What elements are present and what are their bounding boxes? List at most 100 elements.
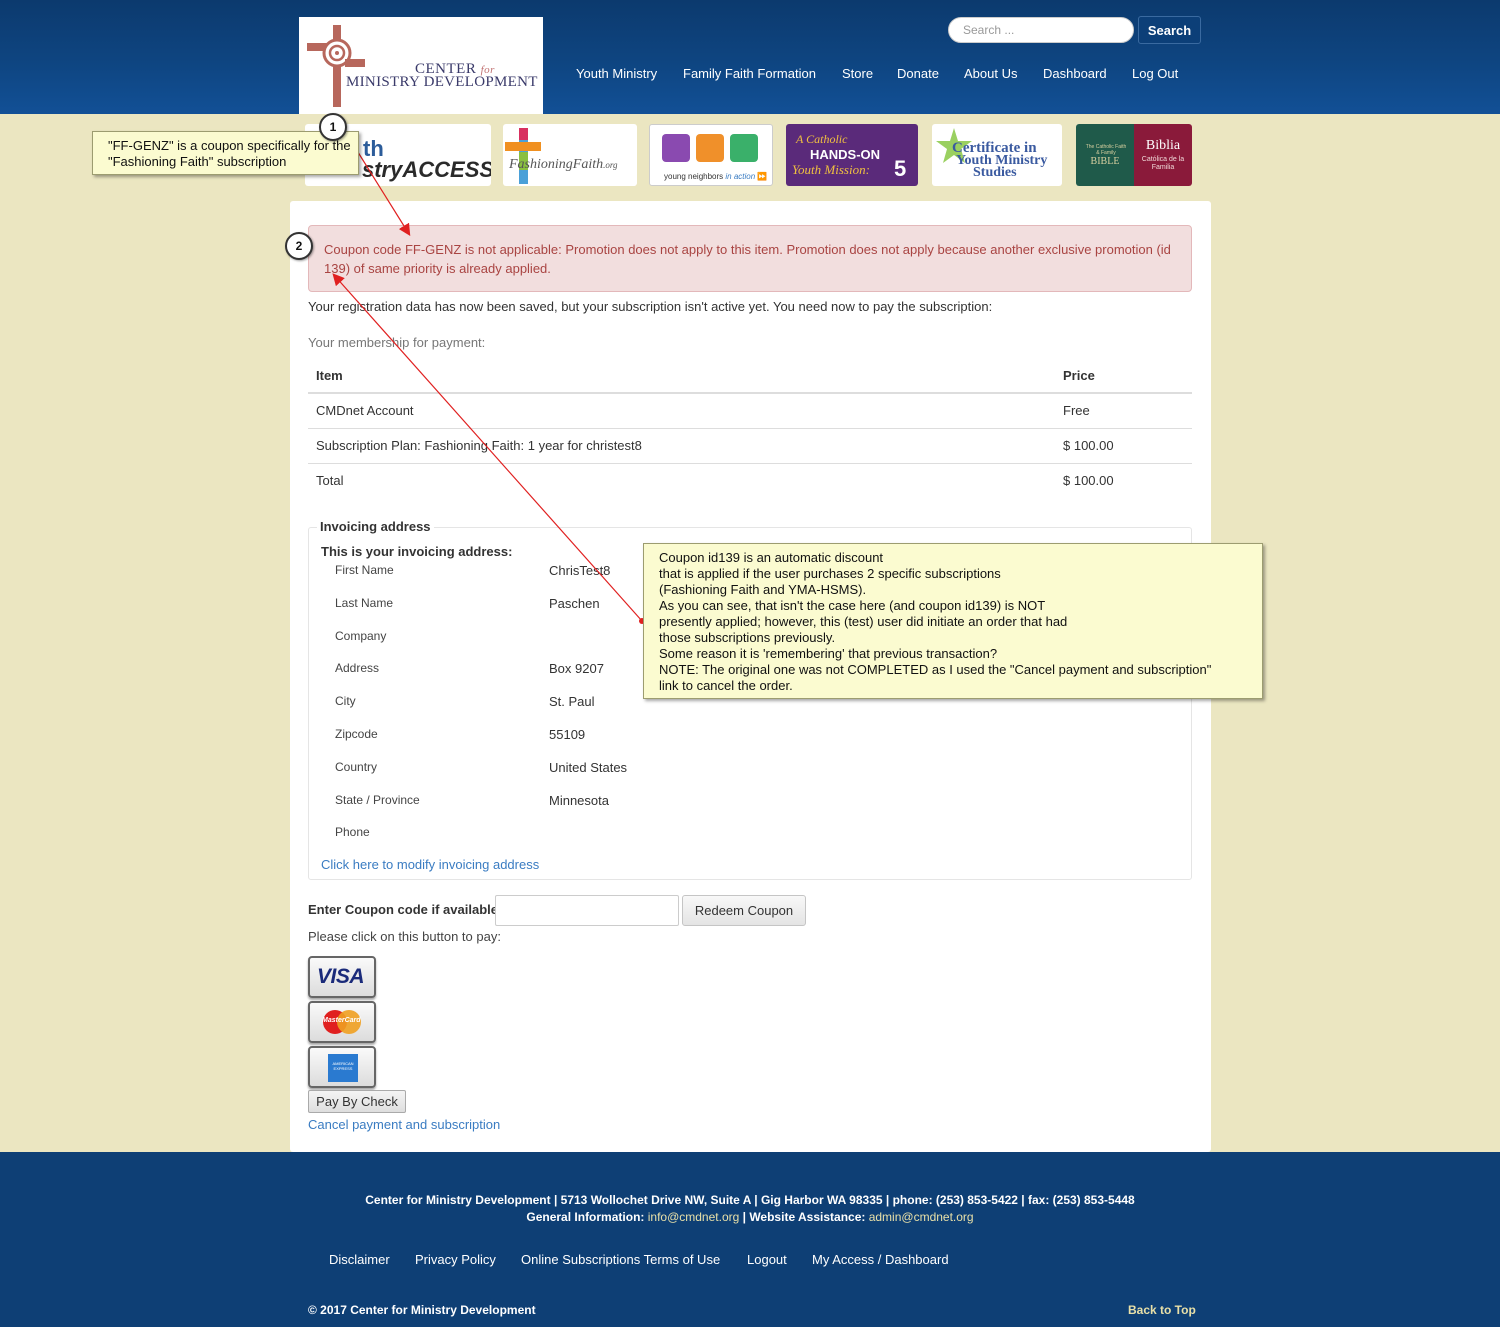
- hands-on-a-catholic: A Catholic: [796, 132, 848, 146]
- annotation-note-2: Coupon id139 is an automatic discount th…: [643, 543, 1263, 699]
- table-cell-price: $ 100.00: [1055, 427, 1192, 463]
- visa-pay-button[interactable]: VISA: [308, 956, 376, 998]
- banner-fashioning-text: FashioningFaith.org: [509, 157, 618, 172]
- hands-on-title: HANDS-ON: [810, 147, 881, 162]
- hands-on-number: 5: [894, 156, 907, 181]
- young-neighbors-heart-icon: [662, 134, 690, 162]
- table-row: Subscription Plan: Fashioning Faith: 1 y…: [308, 427, 1192, 463]
- table-cell-item: CMDnet Account: [316, 403, 414, 419]
- table-cell-price: $ 100.00: [1055, 462, 1192, 498]
- visa-logo: VISA: [317, 965, 365, 988]
- cancel-payment-link[interactable]: Cancel payment and subscription: [308, 1117, 500, 1132]
- search-input[interactable]: [948, 17, 1134, 43]
- bible-red-cover: Biblia Católica de la Familia: [1134, 124, 1192, 186]
- nav-family-faith-formation[interactable]: Family Faith Formation: [683, 66, 816, 81]
- footer-link-privacy-policy[interactable]: Privacy Policy: [415, 1252, 496, 1267]
- banner-catholic-family-bible[interactable]: The Catholic Faith & Family BIBLE Biblia…: [1076, 124, 1192, 186]
- annotation-note-2-line: link to cancel the order.: [659, 678, 793, 693]
- spiral-cross-icon: [307, 25, 365, 107]
- field-label-state: State / Province: [335, 793, 420, 807]
- banner-access-text: stryACCESS: [362, 157, 491, 182]
- footer-assist-prefix: | Website Assistance:: [739, 1210, 869, 1224]
- field-value-city: St. Paul: [549, 694, 595, 709]
- bible-left-title: BIBLE: [1090, 156, 1120, 167]
- field-label-address: Address: [335, 661, 380, 675]
- hands-on-mission: Youth Mission:: [792, 162, 870, 177]
- annotation-note-2-line: presently applied; however, this (test) …: [659, 614, 1068, 629]
- colorful-cross-icon: [505, 128, 541, 184]
- annotation-badge-2: 2: [285, 232, 313, 260]
- nav-dashboard[interactable]: Dashboard: [1043, 66, 1107, 81]
- footer-link-terms[interactable]: Online Subscriptions Terms of Use: [521, 1252, 720, 1267]
- annotation-badge-1: 1: [319, 113, 347, 141]
- invoicing-legend: Invoicing address: [317, 519, 434, 534]
- footer-assist-email[interactable]: admin@cmdnet.org: [869, 1210, 974, 1224]
- young-neighbors-butterfly-icon: [730, 134, 758, 162]
- pay-prompt: Please click on this button to pay:: [308, 929, 501, 944]
- nav-store[interactable]: Store: [842, 66, 873, 81]
- amex-logo-box: AMERICAN EXPRESS: [328, 1054, 358, 1082]
- annotation-note-2-line: that is applied if the user purchases 2 …: [659, 566, 1001, 581]
- footer-link-disclaimer[interactable]: Disclaimer: [329, 1252, 390, 1267]
- field-label-country: Country: [335, 760, 378, 774]
- footer-address: Center for Ministry Development | 5713 W…: [365, 1193, 1135, 1207]
- site-logo[interactable]: CENTER for MINISTRY DEVELOPMENT: [299, 17, 543, 114]
- footer-info-prefix: General Information:: [526, 1210, 648, 1224]
- annotation-note-2-line: (Fashioning Faith and YMA-HSMS).: [659, 582, 867, 597]
- site-footer: [0, 1152, 1500, 1327]
- logo-text-ministry: MINISTRY DEVELOPMENT: [346, 74, 538, 90]
- table-header-price: Price: [1055, 359, 1192, 394]
- bible-green-cover: The Catholic Faith & Family BIBLE: [1076, 124, 1134, 186]
- modify-invoicing-link[interactable]: Click here to modify invoicing address: [321, 857, 539, 872]
- coupon-error-alert: Coupon code FF-GENZ is not applicable: P…: [308, 225, 1192, 292]
- annotation-note-2-line: those subscriptions previously.: [659, 630, 836, 645]
- membership-label: Your membership for payment:: [308, 335, 486, 350]
- redeem-coupon-button[interactable]: Redeem Coupon: [682, 895, 806, 926]
- field-label-first-name: First Name: [335, 563, 394, 577]
- table-header-item: Item: [308, 359, 1055, 394]
- nav-youth-ministry[interactable]: Youth Ministry: [576, 66, 657, 81]
- field-label-zipcode: Zipcode: [335, 727, 378, 741]
- site-header: CENTER for MINISTRY DEVELOPMENT Search: [0, 0, 1500, 114]
- field-label-last-name: Last Name: [335, 596, 394, 610]
- footer-link-dashboard[interactable]: My Access / Dashboard: [812, 1252, 949, 1267]
- field-label-company: Company: [335, 629, 387, 643]
- table-row: Total $ 100.00: [308, 462, 1192, 498]
- mastercard-logo: MasterCard: [322, 1017, 361, 1024]
- certificate-line3: Studies: [973, 165, 1017, 180]
- table-cell-price: Free: [1063, 403, 1090, 419]
- annotation-note-2-line: Some reason it is 'remembering' that pre…: [659, 646, 998, 661]
- banner-certificate-youth-ministry[interactable]: Certificate in Youth Ministry Studies: [932, 124, 1062, 186]
- field-value-state: Minnesota: [549, 793, 609, 808]
- bible-right-small: Católica de la Familia: [1141, 156, 1185, 171]
- table-row: CMDnet Account Free: [308, 393, 1192, 428]
- search-button[interactable]: Search: [1138, 16, 1201, 44]
- coupon-input[interactable]: [495, 895, 679, 926]
- table-header-row: Item Price: [308, 359, 1192, 394]
- field-value-country: United States: [549, 760, 628, 775]
- amex-logo: AMERICAN EXPRESS: [332, 1061, 354, 1071]
- young-neighbors-hands-icon: [696, 134, 724, 162]
- nav-about-us[interactable]: About Us: [964, 66, 1017, 81]
- annotation-note-2-line: Coupon id139 is an automatic discount: [659, 550, 884, 565]
- invoicing-heading: This is your invoicing address:: [321, 544, 513, 559]
- pay-by-check-button[interactable]: Pay By Check: [308, 1090, 406, 1113]
- mastercard-pay-button[interactable]: MasterCard: [308, 1001, 376, 1043]
- back-to-top-link[interactable]: Back to Top: [1128, 1303, 1196, 1317]
- bible-right-title: Biblia: [1145, 138, 1181, 153]
- footer-copyright: © 2017 Center for Ministry Development: [308, 1303, 536, 1317]
- banner-young-neighbors[interactable]: young neighbors in action ⏩: [649, 124, 773, 186]
- nav-log-out[interactable]: Log Out: [1132, 66, 1178, 81]
- field-value-zipcode: 55109: [549, 727, 586, 742]
- field-label-city: City: [335, 694, 356, 708]
- banner-fashioning-faith[interactable]: FashioningFaith.org: [503, 124, 637, 186]
- banner-hands-on-youth-mission[interactable]: A Catholic HANDS-ON Youth Mission: 5: [786, 124, 918, 186]
- annotation-note-2-line: As you can see, that isn't the case here…: [659, 598, 1046, 613]
- nav-donate[interactable]: Donate: [897, 66, 939, 81]
- footer-link-logout[interactable]: Logout: [747, 1252, 787, 1267]
- field-value-address: Box 9207: [549, 661, 604, 676]
- footer-contact: General Information: info@cmdnet.org | W…: [0, 1210, 1500, 1224]
- field-value-first-name: ChrisTest8: [549, 563, 611, 578]
- footer-info-email[interactable]: info@cmdnet.org: [648, 1210, 740, 1224]
- amex-pay-button[interactable]: AMERICAN EXPRESS: [308, 1046, 376, 1088]
